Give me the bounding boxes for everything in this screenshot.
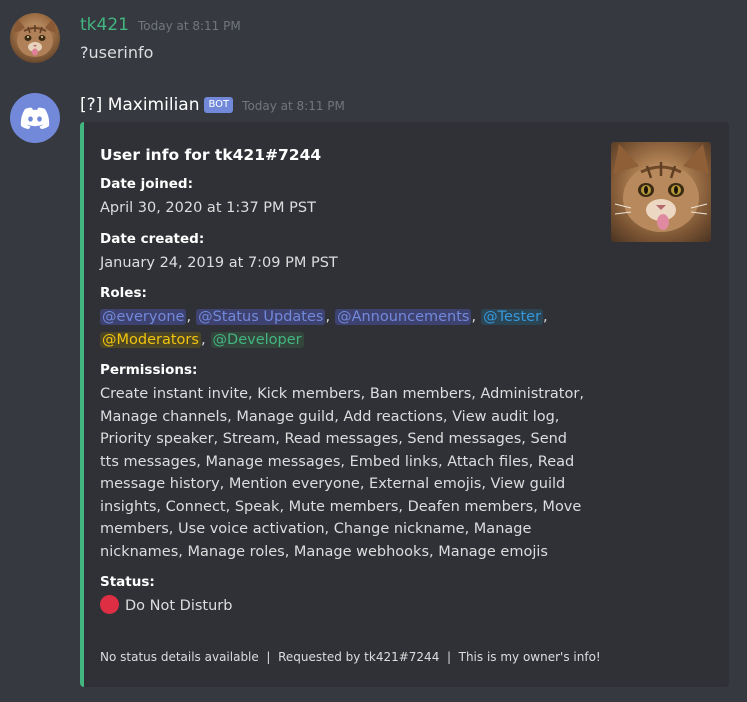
field-date-created: Date created: January 24, 2019 at 7:09 P… — [100, 230, 590, 275]
field-name: Date joined: — [100, 176, 193, 192]
cat-avatar-icon[interactable] — [10, 13, 60, 63]
role-mention-developer[interactable]: @Developer — [210, 331, 304, 348]
status-text: Do Not Disturb — [125, 598, 233, 614]
role-mention-announcements[interactable]: @Announcements — [335, 309, 472, 325]
role-mention-moderators[interactable]: @Moderators — [100, 331, 201, 348]
message-timestamp: Today at 8:11 PM — [242, 99, 345, 113]
embed-body: User info for tk421#7244 Date joined: Ap… — [100, 146, 590, 628]
field-name: Roles: — [100, 285, 147, 301]
role-mention-tester[interactable]: @Tester — [481, 309, 544, 325]
role-mention-status-updates[interactable]: @Status Updates — [196, 309, 326, 325]
discord-logo-icon[interactable] — [10, 93, 60, 143]
permissions-list: Create instant invite, Kick members, Ban… — [100, 386, 584, 560]
field-value: January 24, 2019 at 7:09 PM PST — [100, 254, 338, 271]
field-value: April 30, 2020 at 1:37 PM PST — [100, 200, 316, 216]
field-name: Status: — [100, 574, 155, 590]
message-header: [?] Maximilian BOT Today at 8:11 PM — [80, 95, 345, 116]
status-value: Do Not Disturb — [100, 595, 590, 618]
cat-thumbnail-icon[interactable] — [611, 142, 711, 242]
embed-title: User info for tk421#7244 — [100, 146, 322, 164]
field-roles: Roles: @everyone, @Status Updates, @Announ… — [100, 284, 590, 351]
bot-tag-badge: BOT — [204, 97, 234, 113]
field-permissions: Permissions: Create instant invite, Kick… — [100, 361, 590, 563]
message-timestamp: Today at 8:11 PM — [137, 19, 241, 33]
username[interactable]: [?] Maximilian — [80, 95, 199, 115]
dnd-red-circle-icon — [100, 595, 119, 614]
message-content: ?userinfo — [80, 43, 154, 62]
roles-list: @everyone, @Status Updates, @Announcements… — [100, 309, 548, 348]
field-name: Date created: — [100, 230, 205, 247]
field-date-joined: Date joined: April 30, 2020 at 1:37 PM P… — [100, 175, 590, 220]
field-status: Status: Do Not Disturb — [100, 573, 590, 618]
user-info-embed: User info for tk421#7244 Date joined: Ap… — [80, 122, 729, 687]
role-mention-everyone[interactable]: @everyone — [100, 309, 187, 325]
embed-footer: No status details available | Requested … — [100, 650, 601, 664]
message-header: tk421 Today at 8:11 PM — [80, 15, 241, 35]
field-name: Permissions: — [100, 362, 198, 378]
username[interactable]: tk421 — [80, 15, 129, 35]
